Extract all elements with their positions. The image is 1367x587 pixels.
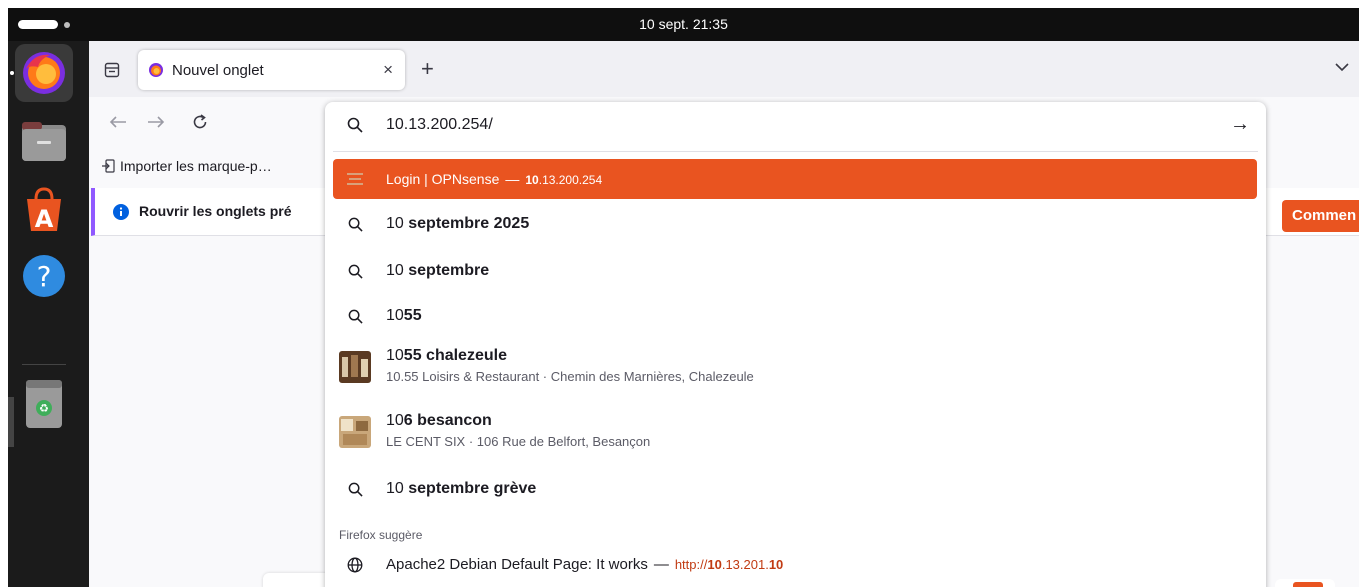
place-subtitle: 10.55 Loisirs & Restaurant · Chemin des … [386,369,754,384]
search-icon [345,479,365,499]
trash-icon: ♻ [26,380,62,428]
import-bookmarks-button[interactable]: Importer les marque-p… [101,158,272,174]
forward-button[interactable] [141,107,171,137]
suggestion-label: Apache2 Debian Default Page: It works — ht… [386,556,784,573]
svg-text:?: ? [37,260,52,293]
shortcut-card[interactable] [1275,579,1335,587]
tab-title: Nouvel onglet [172,61,264,79]
reload-button[interactable] [185,107,215,137]
place-thumbnail-icon [339,416,371,448]
firefox-suggest-heading: Firefox suggère [339,528,423,542]
import-bookmarks-label: Importer les marque-p… [120,158,272,174]
dock-help[interactable]: ? [15,247,73,305]
arrow-right-icon [148,116,165,128]
svg-text:A: A [35,205,54,233]
suggestion-label: 10 septembre 2025 [386,215,530,232]
shortcut-card[interactable] [263,573,333,587]
tab-nouvel-onglet[interactable]: Nouvel onglet × [138,50,405,90]
suggestion-opnsense[interactable]: Login | OPNsense — 10.13.200.254 [333,159,1257,199]
clock[interactable]: 10 sept. 21:35 [8,16,1359,32]
firefox-view-button[interactable] [97,55,127,85]
suggestion-label: 10 septembre [386,262,490,279]
suggestion-search[interactable]: 10 septembre [333,251,1257,291]
help-icon: ? [23,255,65,297]
list-all-tabs-button[interactable] [1335,59,1349,77]
notification-text: Rouvrir les onglets pré [139,203,292,219]
place-title: 1055 chalezeule [386,347,507,364]
dock-files[interactable] [15,113,73,171]
firefox-window: Nouvel onglet × + Importer les marque-p…… [89,41,1359,587]
running-indicator [10,71,14,75]
suggestion-label: Login | OPNsense — 10.13.200.254 [386,171,602,187]
firefox-icon [23,52,65,94]
suggestion-url: http://10.13.201.10 [674,557,784,572]
tab-strip: Nouvel onglet × + [89,41,1359,97]
top-bar: 10 sept. 21:35 [8,8,1359,41]
dock-firefox[interactable] [15,44,73,102]
svg-text:♻: ♻ [39,402,49,415]
dock-separator [22,364,66,365]
notification-action-button[interactable]: Commen [1282,200,1359,232]
suggestion-place[interactable]: 1055 chalezeule 10.55 Loisirs & Restaura… [333,339,1257,395]
url-divider [333,151,1258,152]
globe-icon [345,555,365,575]
suggestion-apache[interactable]: Apache2 Debian Default Page: It works — ht… [333,545,1257,585]
place-subtitle: LE CENT SIX · 106 Rue de Belfort, Besanç… [386,434,651,449]
firefox-favicon-icon [149,63,163,77]
folder-icon [22,122,66,161]
info-icon [113,204,129,220]
place-thumbnail-icon [339,351,371,383]
back-button[interactable] [103,107,133,137]
suggestion-search[interactable]: 1055 [333,296,1257,336]
url-input[interactable]: 10.13.200.254/ [386,116,493,134]
search-icon [345,214,365,234]
new-tab-button[interactable]: + [421,55,434,83]
search-icon [347,117,363,133]
url-rest: .13.200.254 [538,173,603,187]
url-bold: 10 [525,173,539,187]
firefox-view-icon [104,62,120,78]
search-icon [345,261,365,281]
tab-close-button[interactable]: × [383,60,393,80]
suggestion-title: Login | OPNsense [386,171,500,187]
desktop: 10 sept. 21:35 A ? ♻ Nouvel onglet × + I… [8,8,1359,587]
app-center-icon: A [27,187,61,233]
suggestion-label: 10 septembre grève [386,480,537,497]
opnsense-favicon-icon [345,169,365,189]
suggestion-search[interactable]: 10 septembre 2025 [333,204,1257,244]
dock-trash[interactable]: ♻ [15,375,73,433]
import-icon [102,159,115,173]
dock-handle[interactable] [8,397,14,447]
suggestion-place[interactable]: 106 besancon LE CENT SIX · 106 Rue de Be… [333,404,1257,460]
separator: — [505,171,520,187]
url-bar-popup: 10.13.200.254/ → Login | OPNsense — 10.13.… [325,102,1266,587]
dock: A ? ♻ [8,41,80,587]
suggestion-search[interactable]: 10 septembre grève [333,469,1257,509]
place-title: 106 besancon [386,412,492,429]
arrow-left-icon [109,116,126,128]
suggestion-label: 1055 [386,307,422,324]
go-button[interactable]: → [1230,113,1250,136]
chevron-down-icon [1335,63,1349,72]
dock-app-center[interactable]: A [15,181,73,239]
reload-icon [193,114,207,129]
search-icon [345,306,365,326]
